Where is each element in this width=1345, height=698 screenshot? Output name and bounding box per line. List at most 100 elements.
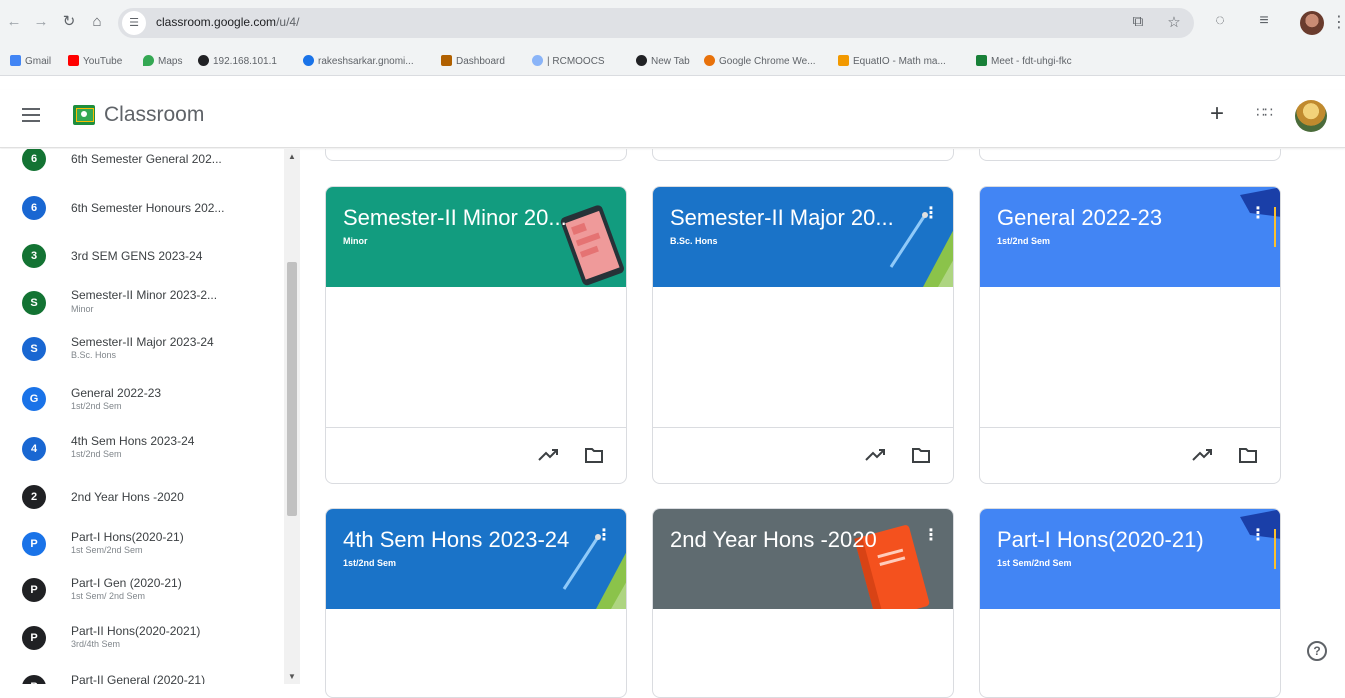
forward-icon[interactable]: → — [31, 12, 51, 32]
tablet-illustration — [560, 205, 624, 286]
install-app-icon[interactable]: ⧉ — [1128, 13, 1148, 30]
bookmark-youtube[interactable]: YouTube — [68, 54, 122, 70]
class-card-header[interactable]: 4th Sem Hons 2023-24 1st/2nd Sem ⋮ — [326, 509, 626, 609]
url-host: classroom.google.com — [156, 15, 277, 29]
sidebar-class-item[interactable]: G General 2022-23 1st/2nd Sem — [0, 380, 282, 420]
class-card-title[interactable]: Semester-II Minor 20... — [343, 205, 567, 231]
sidebar-class-item[interactable]: 6 6th Semester General 202... — [0, 149, 282, 179]
help-icon[interactable]: ? — [1307, 641, 1327, 661]
classroom-logo[interactable] — [73, 105, 95, 125]
class-card-header[interactable]: General 2022-23 1st/2nd Sem ⋮ — [980, 187, 1280, 287]
trending-icon[interactable] — [538, 447, 560, 463]
class-name: 2nd Year Hons -2020 — [71, 490, 184, 504]
card-options-icon[interactable]: ⋮ — [923, 203, 939, 223]
chrome-menu-icon[interactable]: ⋮ — [1331, 12, 1345, 32]
chrome-icon — [704, 55, 715, 66]
card-options-icon[interactable]: ⋮ — [923, 525, 939, 545]
sidebar-class-item[interactable]: 3 3rd SEM GENS 2023-24 — [0, 237, 282, 277]
class-name: General 2022-23 — [71, 386, 162, 400]
globe-icon — [636, 55, 647, 66]
site-info-icon[interactable]: ☰ — [122, 11, 146, 35]
bookmark-label: EquatIO - Math ma... — [853, 56, 946, 67]
class-card[interactable]: Semester-II Major 20... B.Sc. Hons ⋮ — [652, 186, 954, 484]
create-join-class-button[interactable]: + — [1203, 100, 1231, 128]
class-initial-avatar: P — [22, 532, 46, 556]
bookmark-label: Dashboard — [456, 56, 505, 67]
reload-icon[interactable]: ↻ — [59, 12, 79, 32]
card-options-icon[interactable]: ⋮ — [1250, 525, 1266, 545]
bookmark-label: Gmail — [25, 56, 52, 67]
extension-icon[interactable]: ◌ — [1209, 12, 1231, 30]
class-card-header[interactable]: Semester-II Minor 20... Minor — [326, 187, 626, 287]
trending-icon[interactable] — [1192, 447, 1214, 463]
class-card-title[interactable]: 4th Sem Hons 2023-24 — [343, 527, 569, 553]
class-card[interactable]: Semester-II Minor 20... Minor — [325, 186, 627, 484]
bookmark-label: Google Chrome We... — [719, 56, 816, 67]
class-name: Semester-II Minor 2023-2... — [71, 288, 218, 302]
bookmark-star-icon[interactable]: ☆ — [1164, 13, 1184, 31]
url-text[interactable]: classroom.google.com/u/4/ — [156, 15, 299, 29]
class-card-footer — [326, 427, 626, 483]
google-apps-icon[interactable]: ∷∷ — [1254, 104, 1274, 121]
bookmark-meet[interactable]: Meet - fdt-uhgi-fkc — [976, 54, 1072, 70]
bookmark-gnomio[interactable]: rakeshsarkar.gnomi... — [303, 54, 414, 70]
reading-list-icon[interactable]: ≡ — [1253, 12, 1275, 30]
back-icon[interactable]: ← — [4, 12, 24, 32]
class-card-title[interactable]: 2nd Year Hons -2020 — [670, 527, 877, 553]
sidebar-class-item[interactable]: P Part-II General (2020-21) — [0, 665, 282, 684]
class-card-section: Minor — [343, 236, 368, 246]
bookmark-equatio[interactable]: EquatIO - Math ma... — [838, 54, 946, 70]
home-icon[interactable]: ⌂ — [87, 12, 107, 32]
sidebar-class-item[interactable]: 4 4th Sem Hons 2023-24 1st/2nd Sem — [0, 429, 282, 469]
class-card[interactable]: 2nd Year Hons -2020 ⋮ — [652, 508, 954, 698]
sidebar-class-item[interactable]: 6 6th Semester Honours 202... — [0, 189, 282, 229]
scroll-thumb[interactable] — [287, 262, 297, 516]
card-bottom-edge — [652, 149, 954, 161]
bookmark-maps[interactable]: Maps — [143, 54, 182, 70]
bookmark-label: New Tab — [651, 56, 690, 67]
bookmark-chrome-web[interactable]: Google Chrome We... — [704, 54, 816, 70]
folder-icon[interactable] — [912, 447, 930, 463]
class-section: 1st Sem/ 2nd Sem — [71, 591, 146, 601]
card-bottom-edge — [325, 149, 627, 161]
class-card-header[interactable]: 2nd Year Hons -2020 ⋮ — [653, 509, 953, 609]
scroll-up-arrow[interactable]: ▲ — [288, 152, 296, 161]
class-card[interactable]: Part-I Hons(2020-21) 1st Sem/2nd Sem ⋮ — [979, 508, 1281, 698]
sidebar-class-item[interactable]: S Semester-II Major 2023-24 B.Sc. Hons — [0, 328, 282, 368]
sidebar-class-item[interactable]: S Semester-II Minor 2023-2... Minor — [0, 281, 282, 321]
bookmark-newtab[interactable]: New Tab — [636, 54, 690, 70]
bookmark-rcmoocs[interactable]: | RCMOOCS — [532, 54, 605, 70]
sidebar-scrollbar[interactable]: ▲ ▼ — [284, 149, 300, 684]
account-avatar[interactable] — [1295, 100, 1327, 132]
class-card-title[interactable]: Part-I Hons(2020-21) — [997, 527, 1204, 553]
folder-icon[interactable] — [585, 447, 603, 463]
class-card-header[interactable]: Part-I Hons(2020-21) 1st Sem/2nd Sem ⋮ — [980, 509, 1280, 609]
sidebar-class-item[interactable]: 2 2nd Year Hons -2020 — [0, 476, 282, 516]
sidebar-class-item[interactable]: P Part-I Hons(2020-21) 1st Sem/2nd Sem — [0, 524, 282, 564]
main-menu-icon[interactable] — [22, 108, 40, 122]
bookmark-router[interactable]: 192.168.101.1 — [198, 54, 277, 70]
sidebar-class-item[interactable]: P Part-II Hons(2020-2021) 3rd/4th Sem — [0, 618, 282, 658]
class-card-footer — [653, 427, 953, 483]
class-card[interactable]: 4th Sem Hons 2023-24 1st/2nd Sem ⋮ — [325, 508, 627, 698]
class-card-header[interactable]: Semester-II Major 20... B.Sc. Hons ⋮ — [653, 187, 953, 287]
trending-icon[interactable] — [865, 447, 887, 463]
sidebar-class-item[interactable]: P Part-I Gen (2020-21) 1st Sem/ 2nd Sem — [0, 572, 282, 612]
class-card-title[interactable]: General 2022-23 — [997, 205, 1162, 231]
bookmark-dashboard[interactable]: Dashboard — [441, 54, 505, 70]
globe-icon — [532, 55, 543, 66]
gmail-icon — [10, 55, 21, 66]
card-options-icon[interactable]: ⋮ — [1250, 203, 1266, 223]
class-initial-avatar: S — [22, 337, 46, 361]
class-name: Part-II Hons(2020-2021) — [71, 624, 201, 638]
bookmark-gmail[interactable]: Gmail — [10, 54, 51, 70]
card-options-icon[interactable]: ⋮ — [596, 525, 612, 545]
app-title[interactable]: Classroom — [104, 103, 204, 127]
scroll-down-arrow[interactable]: ▼ — [288, 672, 296, 681]
folder-icon[interactable] — [1239, 447, 1257, 463]
class-card[interactable]: General 2022-23 1st/2nd Sem ⋮ — [979, 186, 1281, 484]
profile-avatar[interactable] — [1300, 11, 1324, 35]
class-card-title[interactable]: Semester-II Major 20... — [670, 205, 894, 231]
address-bar[interactable]: ☰ classroom.google.com/u/4/ ⧉ ☆ — [118, 8, 1194, 38]
class-section: 1st/2nd Sem — [71, 449, 122, 459]
